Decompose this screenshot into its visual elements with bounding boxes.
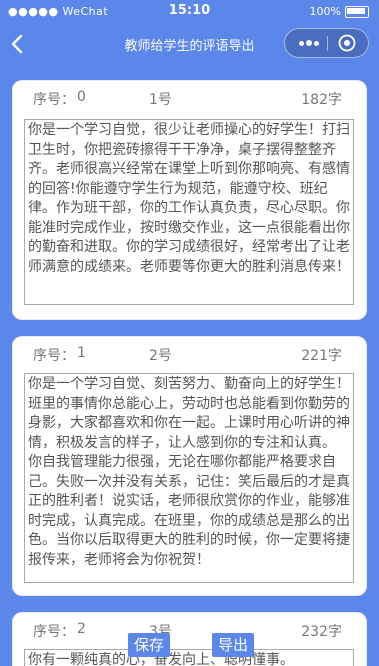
index-label: 序号： bbox=[33, 92, 75, 108]
char-count: 221字 bbox=[301, 348, 342, 364]
student-name: 1号 bbox=[149, 92, 172, 108]
status-right: 100% bbox=[310, 5, 369, 18]
card-header: 序号： 1 2号 221字 bbox=[13, 337, 366, 369]
battery-icon bbox=[345, 5, 369, 18]
comment-textarea[interactable]: 你是一个学习自觉、刻苦努力、勤奋向上的好学生！班里的事情你总能心上，劳动时也总能… bbox=[24, 373, 354, 583]
bottom-actions: 保存 导出 bbox=[0, 633, 379, 666]
student-name: 2号 bbox=[149, 348, 172, 364]
index-value: 0 bbox=[77, 89, 86, 105]
export-button[interactable]: 导出 bbox=[212, 633, 255, 657]
comment-card: 序号： 1 2号 221字 你是一个学习自觉、刻苦努力、勤奋向上的好学生！班里的… bbox=[12, 336, 367, 596]
status-bar: ●●●●● WeChat 15:10 100% bbox=[0, 0, 379, 24]
card-header: 序号： 0 1号 182字 bbox=[13, 81, 366, 113]
comment-textarea[interactable]: 你是一个学习自觉，很少让老师操心的好学生！打扫卫生时，你把瓷砖擦得干干净净，桌子… bbox=[24, 119, 354, 305]
index-value: 1 bbox=[77, 345, 86, 361]
mini-program-capsule bbox=[284, 28, 369, 58]
more-button[interactable] bbox=[291, 29, 325, 57]
save-button[interactable]: 保存 bbox=[128, 633, 171, 657]
capsule-divider bbox=[327, 36, 328, 51]
comment-card: 序号： 0 1号 182字 你是一个学习自觉，很少让老师操心的好学生！打扫卫生时… bbox=[12, 80, 367, 320]
comment-list[interactable]: 序号： 0 1号 182字 你是一个学习自觉，很少让老师操心的好学生！打扫卫生时… bbox=[0, 64, 379, 666]
more-dot-icon bbox=[306, 40, 312, 46]
close-button[interactable] bbox=[338, 34, 356, 52]
close-circle-icon bbox=[338, 34, 356, 52]
more-dot-icon bbox=[314, 41, 319, 46]
char-count: 182字 bbox=[301, 92, 342, 108]
nav-bar: 教师给学生的评语导出 bbox=[0, 24, 379, 64]
more-dot-icon bbox=[299, 41, 304, 46]
index-label: 序号： bbox=[33, 348, 75, 364]
battery-percent: 100% bbox=[309, 5, 341, 18]
